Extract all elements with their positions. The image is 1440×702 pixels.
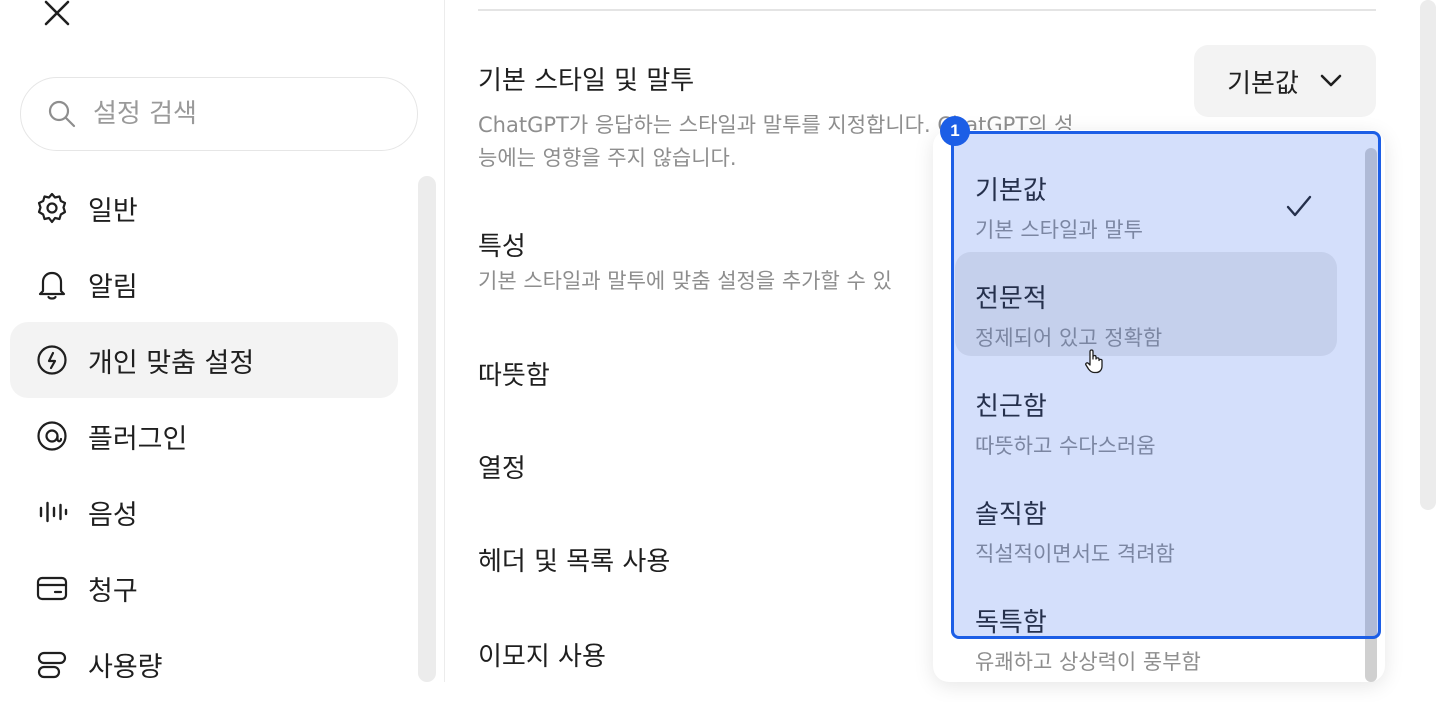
hand-cursor-icon	[1085, 349, 1103, 374]
settings-nav: 일반 알림 개인 맞춤 설정 플러그인 음성 청구 사용량	[10, 170, 398, 702]
sidebar-scrollbar[interactable]	[418, 176, 436, 682]
sidebar-item-voice[interactable]: 음성	[10, 474, 398, 550]
style-setting-title: 기본 스타일 및 말투	[478, 66, 695, 96]
sidebar-item-label: 음성	[88, 499, 138, 531]
close-button[interactable]	[42, 0, 72, 26]
usage-icon	[37, 651, 67, 679]
sidebar-item-plugins[interactable]: 플러그인	[10, 398, 398, 474]
sidebar-item-label: 플러그인	[88, 423, 188, 455]
style-setting-description-cont: 능에는 영향을 주지 않습니다.	[478, 146, 737, 170]
chevron-down-icon	[1320, 74, 1342, 87]
setting-row-headers-lists[interactable]: 헤더 및 목록 사용	[478, 541, 670, 578]
sidebar-item-label: 알림	[88, 271, 138, 303]
divider	[478, 9, 1376, 11]
search-icon	[48, 100, 76, 128]
setting-row-enthusiasm[interactable]: 열정	[478, 448, 526, 485]
style-select-value: 기본값	[1227, 68, 1299, 99]
traits-description: 기본 스타일과 말투에 맞춤 설정을 추가할 수 있	[478, 269, 892, 293]
option-subtitle: 유쾌하고 상상력이 풍부함	[975, 650, 1201, 674]
sidebar-item-label: 일반	[88, 195, 138, 227]
sidebar-item-label: 사용량	[88, 651, 163, 683]
sidebar-item-billing[interactable]: 청구	[10, 550, 398, 626]
bell-icon	[38, 271, 66, 300]
setting-row-emoji[interactable]: 이모지 사용	[478, 636, 606, 673]
main-scrollbar[interactable]	[1420, 0, 1436, 510]
sidebar-item-label: 청구	[88, 575, 138, 607]
voice-wave-icon	[39, 501, 68, 523]
traits-title: 특성	[478, 232, 526, 262]
card-icon	[36, 576, 68, 601]
setting-row-warmth[interactable]: 따뜻함	[478, 355, 550, 392]
search-input[interactable]	[91, 98, 375, 130]
sidebar-item-notifications[interactable]: 알림	[10, 246, 398, 322]
plugin-icon	[37, 421, 67, 451]
sidebar-item-label: 개인 맞춤 설정	[88, 347, 255, 379]
sidebar-item-general[interactable]: 일반	[10, 170, 398, 246]
personalization-icon	[37, 345, 67, 375]
style-select-button[interactable]: 기본값	[1194, 45, 1376, 117]
settings-search[interactable]	[20, 77, 418, 151]
sidebar-item-usage[interactable]: 사용량	[10, 626, 398, 702]
sidebar-item-personalization[interactable]: 개인 맞춤 설정	[10, 322, 398, 398]
annotation-highlight-box	[951, 131, 1381, 639]
settings-sidebar: 일반 알림 개인 맞춤 설정 플러그인	[0, 0, 445, 683]
close-icon	[44, 0, 70, 26]
annotation-marker: 1	[940, 116, 970, 146]
gear-icon	[37, 192, 67, 224]
